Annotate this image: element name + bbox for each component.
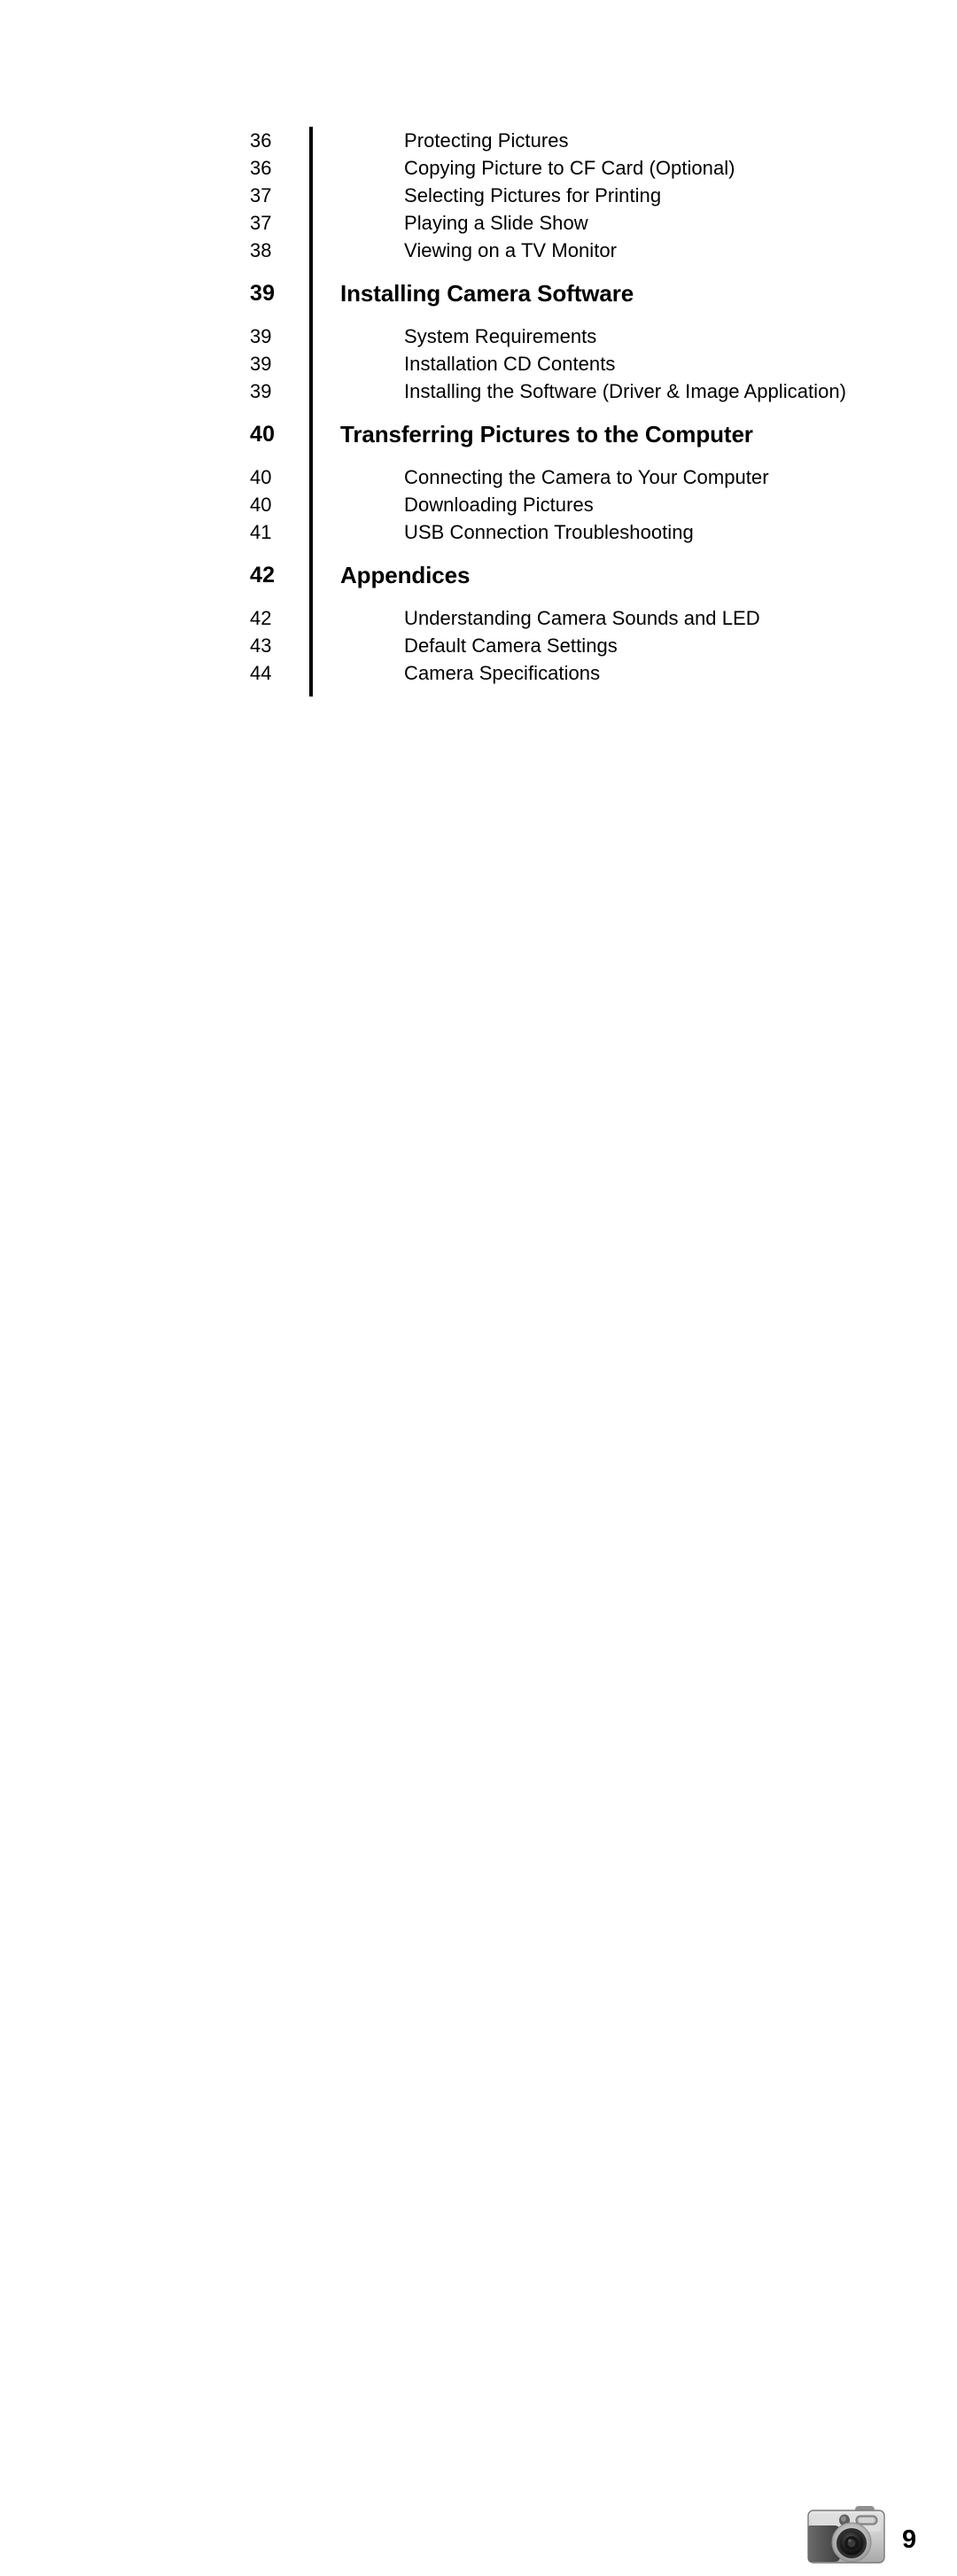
digital-camera-icon	[800, 2501, 892, 2572]
toc-section-page-number: 40	[250, 422, 276, 447]
toc-section-row[interactable]: 39 Installing Camera Software	[0, 264, 957, 323]
toc-entry-title: Installation CD Contents	[404, 353, 616, 375]
page-footer: 9	[0, 1241, 957, 2564]
page-number: 9	[902, 2525, 917, 2554]
toc-section-title: Appendices	[340, 562, 471, 588]
toc-section-title: Transferring Pictures to the Computer	[340, 421, 753, 447]
toc-entry-title: Downloading Pictures	[404, 494, 594, 516]
toc-entry-row[interactable]: 37 Playing a Slide Show	[0, 209, 957, 237]
toc-entry-title: Connecting the Camera to Your Computer	[404, 466, 769, 488]
toc-entry-row[interactable]: 42 Understanding Camera Sounds and LED	[0, 604, 957, 632]
toc-entry-row[interactable]: 43 Default Camera Settings	[0, 632, 957, 659]
toc-entry-row[interactable]: 39 Installation CD Contents	[0, 350, 957, 377]
toc-entry-row[interactable]: 39 Installing the Software (Driver & Imag…	[0, 377, 957, 405]
toc-entry-title: Installing the Software (Driver & Image …	[404, 380, 847, 402]
toc-entry-page-number: 36	[250, 157, 272, 179]
toc-entry-title: Understanding Camera Sounds and LED	[404, 607, 760, 629]
toc-entry-title: Viewing on a TV Monitor	[404, 239, 618, 261]
toc-entry-row[interactable]: 39 System Requirements	[0, 323, 957, 350]
toc-entry-row[interactable]: 41 USB Connection Troubleshooting	[0, 518, 957, 546]
toc-entry-title: Playing a Slide Show	[404, 212, 588, 234]
toc-entry-page-number: 43	[250, 634, 272, 657]
toc-entry-page-number: 44	[250, 662, 272, 684]
toc-entry-page-number: 40	[250, 466, 272, 488]
toc-entry-list: 36 Protecting Pictures 36 Copying Picture t…	[0, 127, 957, 687]
toc-section-page-number: 39	[250, 281, 276, 306]
table-of-contents: 36 Protecting Pictures 36 Copying Picture t…	[0, 0, 957, 727]
toc-entry-page-number: 41	[250, 521, 272, 543]
toc-entry-row[interactable]: 40 Downloading Pictures	[0, 491, 957, 518]
toc-entry-row[interactable]: 36 Protecting Pictures	[0, 127, 957, 154]
toc-section-row[interactable]: 42 Appendices	[0, 546, 957, 604]
toc-entry-title: USB Connection Troubleshooting	[404, 521, 694, 543]
toc-entry-title: System Requirements	[404, 325, 597, 347]
toc-entry-page-number: 38	[250, 239, 272, 261]
toc-entry-page-number: 42	[250, 607, 272, 629]
toc-entry-title: Default Camera Settings	[404, 634, 618, 657]
toc-entry-row[interactable]: 44 Camera Specifications	[0, 659, 957, 687]
toc-entry-page-number: 37	[250, 184, 272, 206]
toc-entry-page-number: 36	[250, 129, 272, 152]
toc-entry-row[interactable]: 37 Selecting Pictures for Printing	[0, 182, 957, 209]
toc-entry-page-number: 37	[250, 212, 272, 234]
toc-entry-title: Camera Specifications	[404, 662, 601, 684]
toc-entry-page-number: 40	[250, 494, 272, 516]
toc-entry-row[interactable]: 40 Connecting the Camera to Your Computer	[0, 463, 957, 491]
toc-entry-row[interactable]: 36 Copying Picture to CF Card (Optional)	[0, 154, 957, 182]
toc-entry-title: Protecting Pictures	[404, 129, 569, 152]
toc-section-title: Installing Camera Software	[340, 280, 634, 307]
toc-entry-page-number: 39	[250, 353, 272, 375]
toc-entry-row[interactable]: 38 Viewing on a TV Monitor	[0, 237, 957, 264]
toc-entry-title: Selecting Pictures for Printing	[404, 184, 662, 206]
toc-section-page-number: 42	[250, 563, 276, 588]
toc-section-row[interactable]: 40 Transferring Pictures to the Computer	[0, 405, 957, 463]
toc-entry-page-number: 39	[250, 325, 272, 347]
toc-entry-title: Copying Picture to CF Card (Optional)	[404, 157, 735, 179]
toc-entry-page-number: 39	[250, 380, 272, 402]
